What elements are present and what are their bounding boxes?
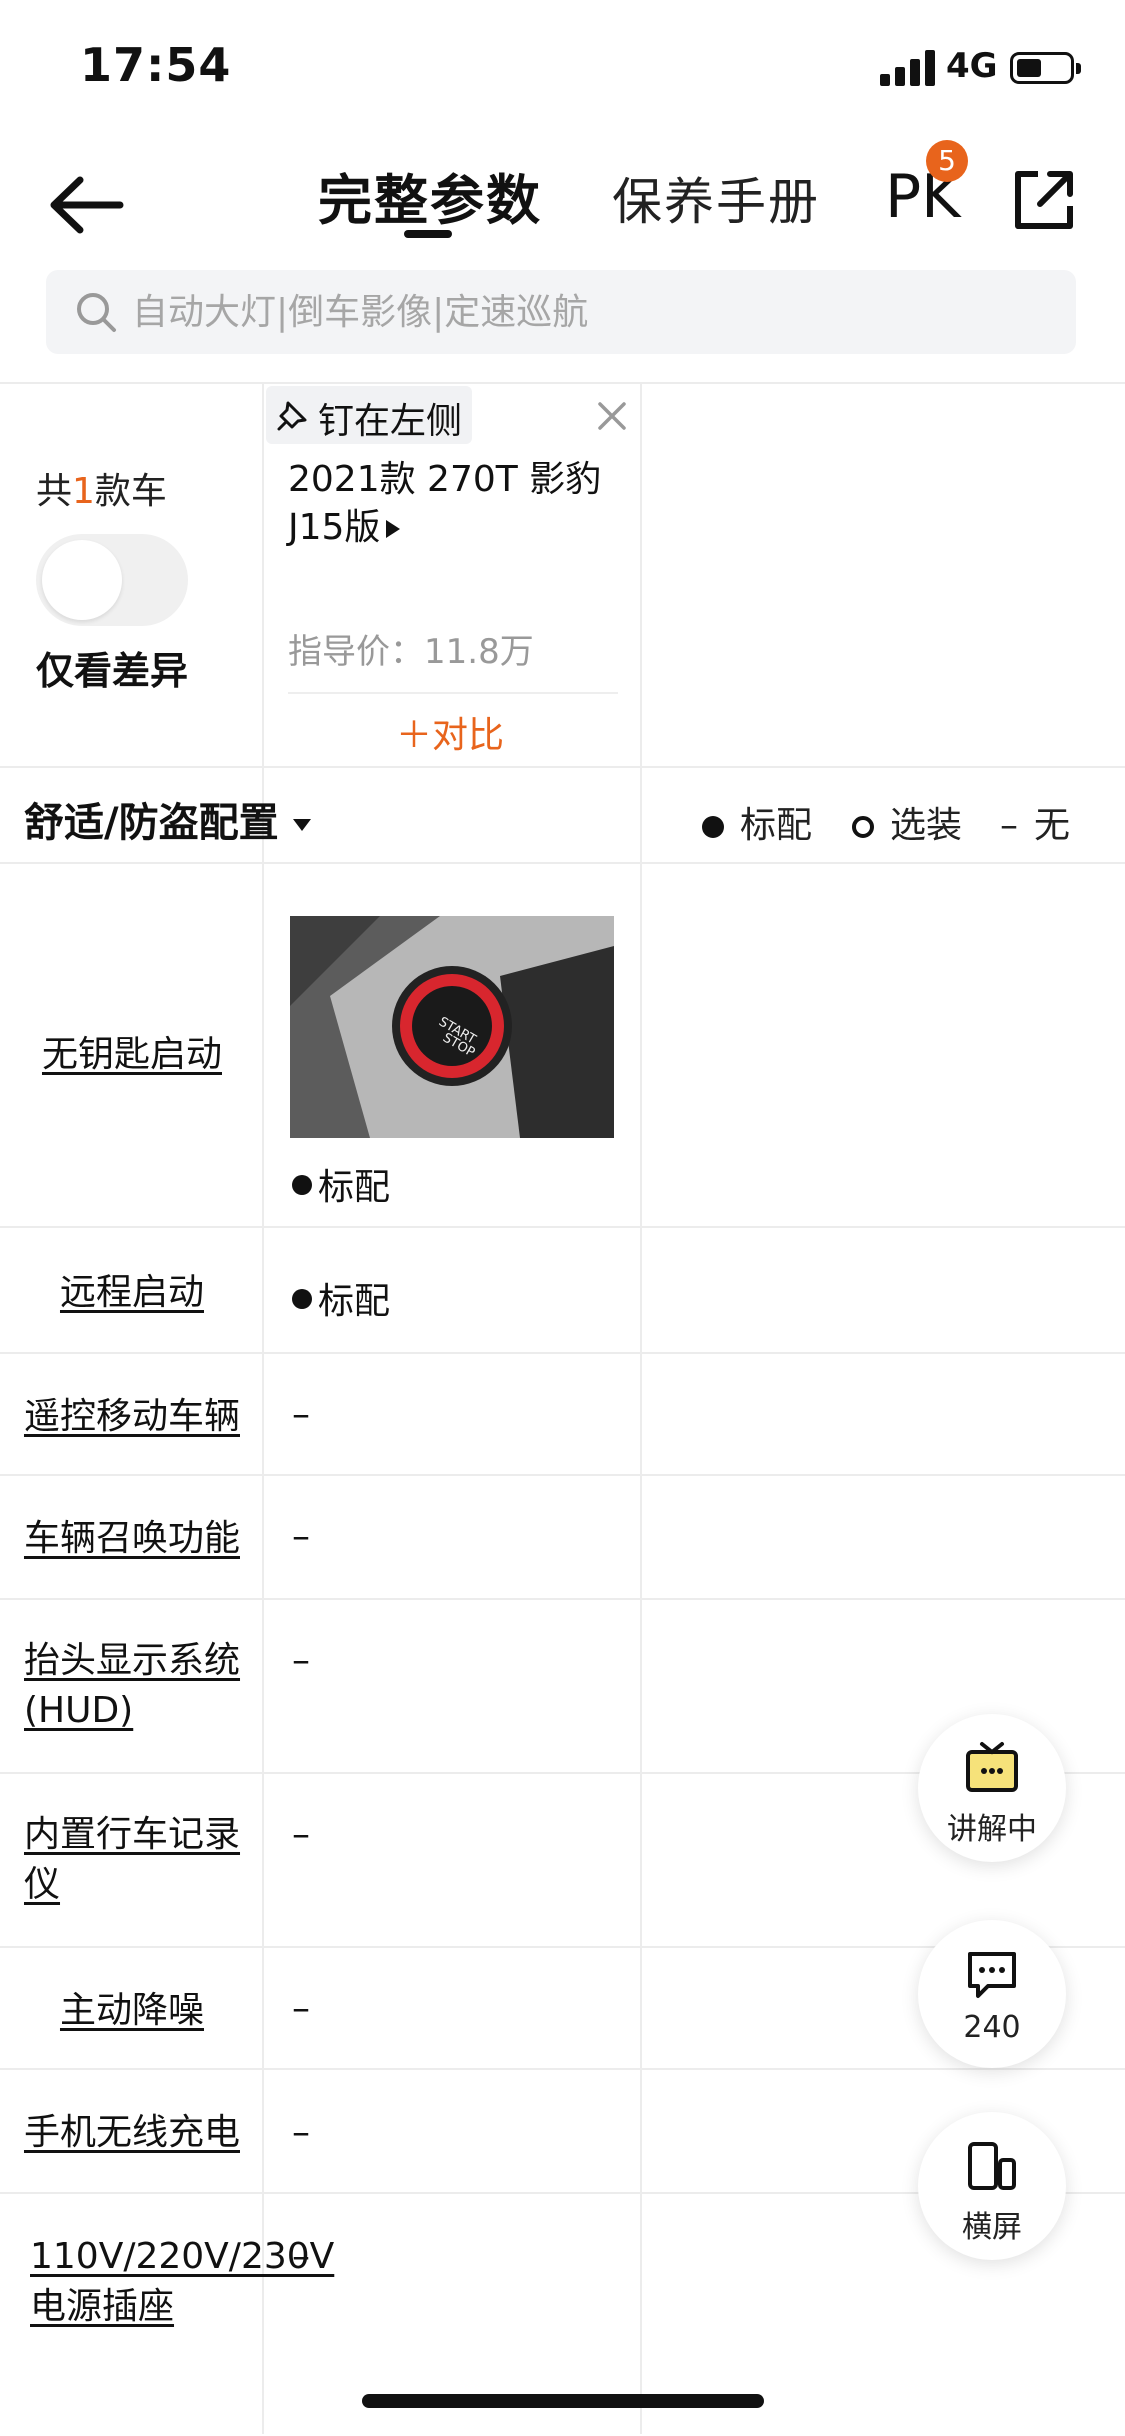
param-value: 标配 (292, 1272, 390, 1324)
rotate-screen-icon (968, 2142, 1016, 2190)
param-label[interactable]: 抬头显示系统(HUD) (24, 1636, 250, 1736)
param-value: – (292, 1988, 310, 2029)
comment-icon (968, 1952, 1016, 1998)
divider (288, 692, 618, 694)
back-button[interactable] (40, 170, 130, 240)
back-arrow-icon (50, 176, 124, 234)
divider (0, 382, 1125, 384)
toggle-knob (42, 540, 122, 620)
param-label[interactable]: 无钥匙启动 (0, 1030, 264, 1080)
param-label[interactable]: 内置行车记录仪 (24, 1810, 250, 1910)
search-icon (77, 293, 116, 332)
caret-down-icon (292, 819, 311, 831)
param-value: – (292, 1814, 310, 1855)
comment-count: 240 (963, 2010, 1021, 2045)
divider (0, 1474, 1125, 1476)
pin-icon (277, 401, 307, 431)
guide-price: 指导价：11.8万 (288, 632, 534, 672)
pin-label: 钉在左侧 (318, 401, 463, 442)
signal-icon (880, 50, 936, 86)
start-stop-button-image: START STOP (290, 916, 614, 1138)
car-model-name[interactable]: 2021款 270T 影豹J15版 (288, 456, 618, 552)
param-label[interactable]: 手机无线充电 (0, 2108, 264, 2158)
column-divider (640, 384, 642, 2434)
active-tab-indicator (404, 230, 452, 238)
divider (0, 862, 1125, 864)
status-bar: 17:54 4G (0, 0, 1125, 132)
status-time: 17:54 (80, 38, 232, 92)
standard-dot-icon (292, 1175, 312, 1195)
search-input[interactable] (132, 270, 1052, 354)
tab-full-params[interactable]: 完整参数 (318, 156, 542, 235)
standard-dot-icon (292, 1289, 312, 1309)
explain-label: 讲解中 (947, 1812, 1037, 1847)
param-value: – (292, 2236, 310, 2277)
param-label[interactable]: 110V/220V/230V电源插座 (30, 2232, 334, 2332)
network-type: 4G (946, 46, 998, 86)
pk-count-badge: 5 (926, 140, 968, 182)
add-compare-button[interactable]: ＋对比 (396, 706, 504, 758)
param-label[interactable]: 主动降噪 (0, 1986, 264, 2036)
comments-button[interactable]: 240 (918, 1920, 1066, 2068)
divider (0, 766, 1125, 768)
feature-photo[interactable]: START STOP (290, 916, 614, 1138)
battery-icon (1010, 52, 1081, 84)
landscape-button[interactable]: 横屏 (918, 2112, 1066, 2260)
search-bar (46, 270, 1076, 354)
expand-arrow-icon (386, 520, 401, 538)
landscape-label: 横屏 (962, 2210, 1022, 2245)
nav-bar: 完整参数 保养手册 PK 5 (0, 140, 1125, 260)
param-label[interactable]: 遥控移动车辆 (0, 1392, 264, 1442)
param-value: – (292, 2112, 310, 2153)
tv-icon (966, 1742, 1018, 1792)
legend-standard: 标配 (702, 796, 812, 848)
filled-dot-icon (702, 816, 724, 838)
param-value: – (292, 1516, 310, 1557)
live-explain-button[interactable]: 讲解中 (918, 1714, 1066, 1862)
share-button[interactable] (1008, 164, 1080, 236)
car-count: 共1款车 (36, 471, 167, 512)
divider (0, 2068, 1125, 2070)
section-selector[interactable]: 舒适/防盗配置 (24, 790, 311, 848)
home-indicator (362, 2394, 764, 2408)
param-value: – (292, 1394, 310, 1435)
legend-none: – 无 (1000, 805, 1071, 846)
param-value: 标配 (292, 1158, 390, 1210)
diff-only-label: 仅看差异 (36, 649, 189, 693)
param-label[interactable]: 远程启动 (0, 1268, 264, 1318)
divider (0, 1598, 1125, 1600)
divider (0, 1226, 1125, 1228)
pin-left-button[interactable]: 钉在左侧 (266, 386, 472, 444)
diff-only-toggle[interactable] (36, 534, 188, 626)
share-icon (1015, 171, 1073, 229)
param-label[interactable]: 车辆召唤功能 (0, 1514, 264, 1564)
remove-car-close-icon[interactable] (592, 396, 632, 436)
legend-optional: 选装 (852, 796, 962, 848)
divider (0, 1352, 1125, 1354)
hollow-dot-icon (852, 816, 874, 838)
param-value: – (292, 1640, 310, 1681)
tab-maintenance-manual[interactable]: 保养手册 (612, 162, 820, 234)
